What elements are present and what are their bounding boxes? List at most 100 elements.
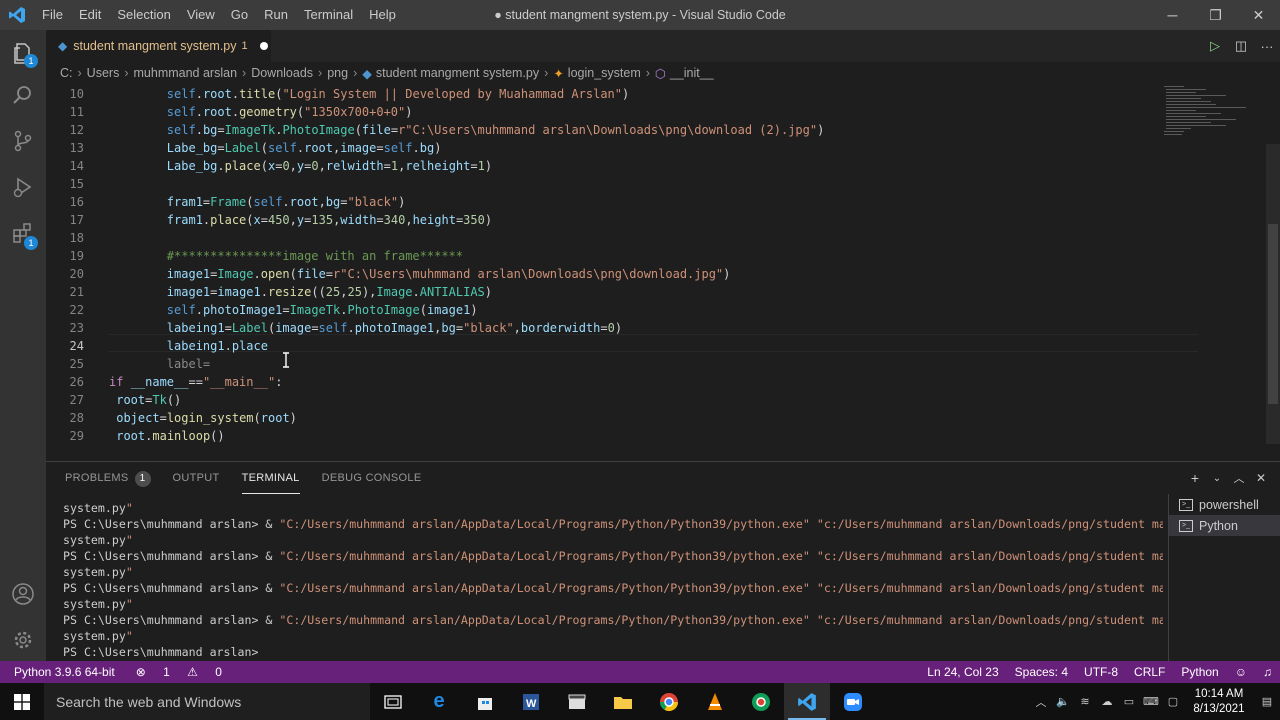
word-icon[interactable]: W (508, 683, 554, 720)
close-icon[interactable]: ✕ (1237, 0, 1280, 30)
menu-edit[interactable]: Edit (71, 0, 109, 30)
tab-output[interactable]: OUTPUT (173, 462, 220, 494)
onedrive-icon[interactable]: ☁ (1096, 695, 1118, 708)
feedback-icon[interactable]: ☺ (1227, 665, 1255, 679)
store-icon[interactable] (462, 683, 508, 720)
zoom-icon[interactable] (830, 683, 876, 720)
code-line[interactable]: 17 fram1.place(x=450,y=135,width=340,hei… (46, 211, 1146, 229)
code-line[interactable]: 29 root.mainloop() (46, 427, 1146, 445)
terminal-item-python[interactable]: >_ Python (1169, 515, 1280, 536)
code-line[interactable]: 13 Labe_bg=Label(self.root,image=self.bg… (46, 139, 1146, 157)
code-line[interactable]: 14 Labe_bg.place(x=0,y=0,relwidth=1,relh… (46, 157, 1146, 175)
new-terminal-icon[interactable]: + (1184, 470, 1206, 486)
battery-icon[interactable]: ▭ (1118, 695, 1140, 708)
taskbar-search-box[interactable]: Search the web and Windows (44, 683, 370, 720)
breadcrumb-item[interactable]: Users (87, 66, 120, 80)
breadcrumb-item[interactable]: __init__ (670, 66, 714, 80)
more-actions-icon[interactable]: ··· (1254, 39, 1280, 54)
code-line[interactable]: 26 if __name__=="__main__": (46, 373, 1146, 391)
tab-problems[interactable]: PROBLEMS 1 (65, 462, 151, 494)
svg-text:W: W (526, 698, 537, 710)
menu-help[interactable]: Help (361, 0, 404, 30)
code-line[interactable]: 19 #***************image with an frame**… (46, 247, 1146, 265)
run-debug-icon[interactable] (0, 164, 46, 210)
code-line[interactable]: 16 fram1=Frame(self.root,bg="black") (46, 193, 1146, 211)
code-line[interactable]: 21 image1=image1.resize((25,25),Image.AN… (46, 283, 1146, 301)
edge-browser-icon[interactable]: e (416, 683, 462, 720)
extensions-icon[interactable]: 1 (0, 210, 46, 256)
split-editor-icon[interactable]: ◫ (1228, 38, 1254, 54)
menu-selection[interactable]: Selection (109, 0, 178, 30)
python-interpreter[interactable]: Python 3.9.6 64-bit (0, 665, 122, 679)
run-file-icon[interactable]: ▷ (1202, 38, 1228, 54)
explorer-icon[interactable]: 1 (0, 30, 46, 76)
vlc-icon[interactable] (692, 683, 738, 720)
chevron-down-icon[interactable]: ⌄ (1206, 473, 1228, 484)
breadcrumb-item[interactable]: png (327, 66, 348, 80)
code-line[interactable]: 28 object=login_system(root) (46, 409, 1146, 427)
minimap[interactable] (1162, 84, 1262, 144)
chrome-alt-icon[interactable] (738, 683, 784, 720)
file-explorer-icon[interactable] (600, 683, 646, 720)
explorer-badge: 1 (24, 54, 38, 68)
cursor-position[interactable]: Ln 24, Col 23 (919, 665, 1006, 679)
encoding[interactable]: UTF-8 (1076, 665, 1126, 679)
code-line[interactable]: 11 self.root.geometry("1350x700+0+0") (46, 103, 1146, 121)
notifications-bell-icon[interactable]: ♫ (1255, 665, 1280, 679)
code-line[interactable]: 12 self.bg=ImageTk.PhotoImage(file=r"C:\… (46, 121, 1146, 139)
network-icon[interactable]: ≋ (1074, 695, 1096, 708)
close-panel-icon[interactable]: ✕ (1250, 471, 1272, 485)
source-control-icon[interactable] (0, 118, 46, 164)
menu-view[interactable]: View (179, 0, 223, 30)
notifications-icon[interactable]: ▤ (1254, 695, 1280, 708)
menu-go[interactable]: Go (223, 0, 256, 30)
menu-run[interactable]: Run (256, 0, 296, 30)
restore-icon[interactable]: ❐ (1194, 0, 1237, 30)
menu-terminal[interactable]: Terminal (296, 0, 361, 30)
editor-scrollbar[interactable] (1266, 144, 1280, 444)
breadcrumb-item[interactable]: C: (60, 66, 73, 80)
tab-terminal[interactable]: TERMINAL (241, 462, 300, 494)
volume-icon[interactable]: 🔈 (1052, 695, 1074, 708)
display-icon[interactable]: ▢ (1162, 695, 1184, 708)
vscode-taskbar-icon[interactable] (784, 683, 830, 720)
status-bar: Python 3.9.6 64-bit ⊗ 1 ⚠ 0 Ln 24, Col 2… (0, 661, 1280, 683)
account-icon[interactable] (0, 571, 46, 617)
code-line[interactable]: 24 labeing1.place (46, 337, 1146, 355)
taskbar-clock[interactable]: 10:14 AM 8/13/2021 (1184, 687, 1254, 717)
unsaved-dot-icon[interactable] (259, 42, 268, 50)
breadcrumb-item[interactable]: Downloads (251, 66, 313, 80)
chevron-up-icon[interactable]: ︿ (1030, 694, 1052, 710)
breadcrumb-item[interactable]: student mangment system.py (376, 66, 539, 80)
search-icon[interactable] (0, 72, 46, 118)
code-line[interactable]: 27 root=Tk() (46, 391, 1146, 409)
chrome-icon[interactable] (646, 683, 692, 720)
maximize-panel-icon[interactable]: ︿ (1228, 470, 1250, 486)
scrollbar-thumb[interactable] (1268, 224, 1278, 404)
code-line[interactable]: 22 self.photoImage1=ImageTk.PhotoImage(i… (46, 301, 1146, 319)
code-editor[interactable]: 10 self.root.title("Login System || Deve… (46, 84, 1280, 460)
video-editor-icon[interactable] (554, 683, 600, 720)
indentation[interactable]: Spaces: 4 (1007, 665, 1076, 679)
windows-start-icon[interactable] (0, 683, 44, 720)
task-view-icon[interactable] (370, 683, 416, 720)
terminal-item-powershell[interactable]: >_ powershell (1169, 494, 1280, 515)
terminal-output[interactable]: system.py" PS C:\Users\muhmmand arslan> &… (63, 500, 1163, 660)
tab-student-mangment-system[interactable]: ◆ student mangment system.py 1 (46, 30, 271, 62)
language-mode[interactable]: Python (1173, 665, 1226, 679)
minimize-icon[interactable]: ─ (1151, 0, 1194, 30)
breadcrumb-item[interactable]: muhmmand arslan (134, 66, 238, 80)
breadcrumb-item[interactable]: login_system (568, 66, 641, 80)
settings-gear-icon[interactable] (0, 617, 46, 663)
problems-status[interactable]: ⊗ 1 ⚠ 0 (122, 665, 236, 679)
menu-file[interactable]: File (34, 0, 71, 30)
code-line[interactable]: 23 labeing1=Label(image=self.photoImage1… (46, 319, 1146, 337)
code-line[interactable]: 10 self.root.title("Login System || Deve… (46, 85, 1146, 103)
code-line[interactable]: 15 (46, 175, 1146, 193)
tab-debug-console[interactable]: DEBUG CONSOLE (322, 462, 422, 494)
end-of-line[interactable]: CRLF (1126, 665, 1173, 679)
code-line[interactable]: 20 image1=Image.open(file=r"C:\Users\muh… (46, 265, 1146, 283)
code-line[interactable]: 25 label= (46, 355, 1146, 373)
keyboard-icon[interactable]: ⌨ (1140, 695, 1162, 708)
code-line[interactable]: 18 (46, 229, 1146, 247)
